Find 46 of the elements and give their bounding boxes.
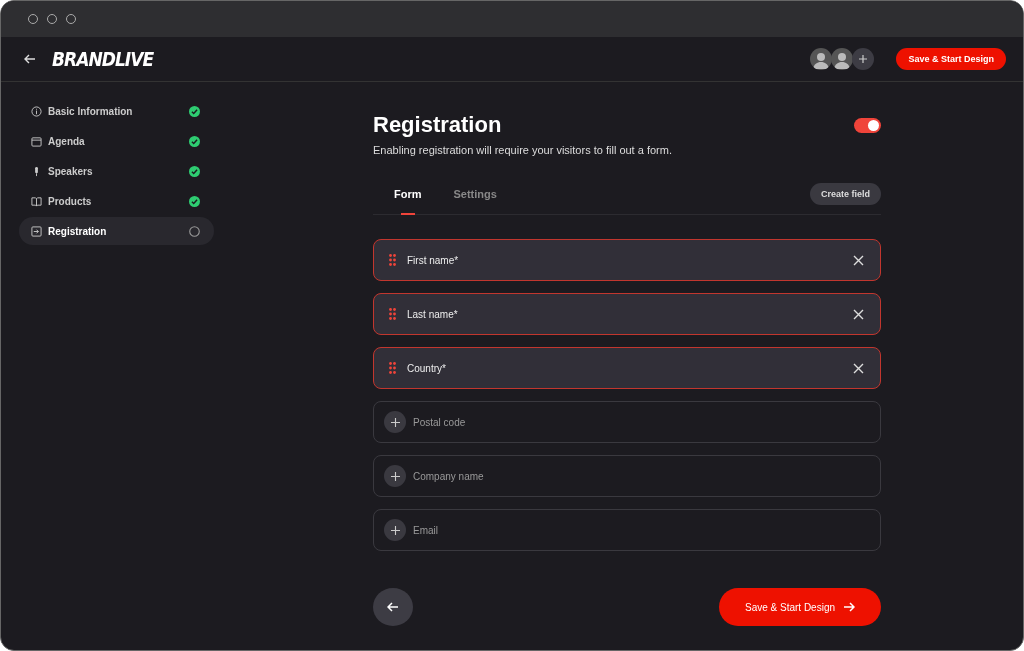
close-icon[interactable] xyxy=(853,254,864,266)
field-label: Company name xyxy=(413,470,484,482)
back-arrow-icon xyxy=(387,602,399,612)
form-field-row[interactable]: Country* xyxy=(373,347,881,389)
back-button[interactable] xyxy=(373,588,413,626)
field-label: First name* xyxy=(407,254,459,266)
add-collaborator-icon[interactable] xyxy=(852,48,875,70)
tab[interactable]: Settings xyxy=(453,174,497,214)
form-field-row[interactable]: Postal code xyxy=(373,401,881,443)
create-field-button[interactable]: Create field xyxy=(809,183,881,205)
drag-handle-icon[interactable] xyxy=(389,308,396,320)
page-description: Enabling registration will require your visitors to fill out a form. xyxy=(373,144,673,156)
sidebar-item[interactable]: Basic Information xyxy=(19,97,214,125)
sidebar-item[interactable]: Products xyxy=(19,187,214,215)
sidebar-item[interactable]: Registration xyxy=(19,217,214,245)
tab[interactable]: Form xyxy=(394,174,422,214)
enter-icon xyxy=(31,225,42,237)
form-field-row[interactable]: Last name* xyxy=(373,293,881,335)
field-label: Country* xyxy=(407,362,446,374)
calendar-icon xyxy=(31,135,42,147)
forward-arrow-icon xyxy=(843,602,855,612)
info-icon xyxy=(31,105,42,117)
drag-handle-icon[interactable] xyxy=(389,362,396,374)
page-title: Registration xyxy=(373,112,502,138)
form-field-row[interactable]: Company name xyxy=(373,455,881,497)
toggle-switch[interactable] xyxy=(854,117,881,133)
field-label: Postal code xyxy=(413,416,466,428)
add-icon[interactable] xyxy=(384,519,406,541)
save-button[interactable]: Save & Start Design xyxy=(896,48,1006,70)
form-field-row[interactable]: Email xyxy=(373,509,881,551)
add-icon[interactable] xyxy=(384,411,406,433)
add-icon[interactable] xyxy=(384,465,406,487)
close-icon[interactable] xyxy=(853,308,864,320)
field-label: Last name* xyxy=(407,308,458,320)
back-arrow-icon[interactable] xyxy=(24,54,36,64)
avatar-icon[interactable] xyxy=(810,48,833,70)
brand-logo: BRANDLIVE xyxy=(52,48,154,70)
avatar-icon[interactable] xyxy=(831,48,854,70)
close-icon[interactable] xyxy=(853,362,864,374)
drag-handle-icon[interactable] xyxy=(389,254,396,266)
sidebar-item[interactable]: Speakers xyxy=(19,157,214,185)
sidebar-item[interactable]: Agenda xyxy=(19,127,214,155)
form-field-row[interactable]: First name* xyxy=(373,239,881,281)
book-icon xyxy=(31,195,42,207)
save-button[interactable]: Save & Start Design xyxy=(719,588,881,626)
field-label: Email xyxy=(413,524,438,536)
